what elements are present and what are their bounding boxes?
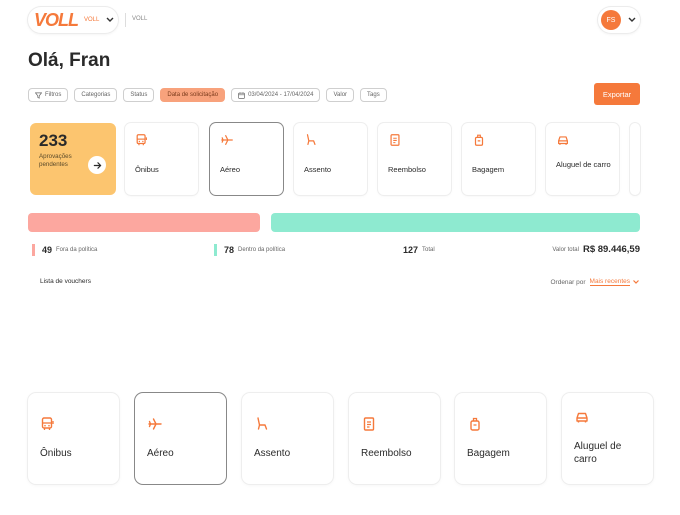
plane-icon [148,418,162,430]
category-label: Assento [304,165,332,174]
plane-icon [221,135,233,145]
category-card-reembolso-lg[interactable]: Reembolso [349,393,440,484]
filter-chip-filtros[interactable]: Filtros [28,88,69,102]
page-title: Olá, Fran [28,50,111,71]
category-label: Aluguel de carro [556,160,611,169]
category-label: Reembolso [388,165,426,174]
filter-label: Filtros [45,92,62,98]
sort-label: Ordenar por [550,278,586,286]
in-policy-count: 78 [224,245,235,255]
category-label: Aéreo [147,448,174,459]
brand-switcher[interactable]: VOLL VOLL [28,7,118,33]
category-card-reembolso[interactable]: Reembolso [378,123,451,195]
brand-name: VOLL [84,17,100,23]
filter-chip-tags[interactable]: Tags [360,88,387,102]
sort-select[interactable]: Mais recentes [589,278,630,286]
out-of-policy-count: 49 [42,245,53,255]
header-divider [125,13,126,27]
filter-label: Status [130,92,148,98]
voll-logo: VOLL [34,9,79,30]
arrow-right-icon[interactable] [88,156,106,174]
category-card-aereo-lg[interactable]: Aéreo [135,393,226,484]
category-card-aereo[interactable]: Aéreo [210,123,283,195]
receipt-icon [390,134,400,146]
category-label: Ônibus [40,448,72,459]
filter-chip-data-solicitacao[interactable]: Data de solicitação [160,88,226,102]
category-card-bagagem[interactable]: Bagagem [462,123,535,195]
in-policy-label: Dentro da política [238,247,286,253]
chevron-down-icon[interactable] [632,279,640,285]
chevron-down-icon [103,13,117,27]
filter-chip-categorias[interactable]: Categorias [74,88,118,102]
category-label: Assento [254,448,291,459]
category-card-partial[interactable] [630,123,640,195]
avatar: FS [601,10,621,30]
category-card-onibus-lg[interactable]: Ônibus [28,393,119,484]
total-value-label: Valor total [552,246,579,253]
car-icon [558,136,568,145]
approvals-label: Aprovações pendentes [39,153,72,168]
seat-icon [257,417,268,430]
receipt-icon [363,417,375,431]
out-of-policy-label: Fora da política [56,247,98,253]
filter-icon [35,92,42,99]
car-icon [576,412,588,423]
total-value-amount: R$ 89.446,59 [582,244,640,255]
luggage-icon [474,134,484,146]
filter-label: Valor [333,92,348,98]
out-of-policy-bar [28,213,260,232]
voucher-list-title: Lista de vouchers [40,278,91,285]
filter-chip-status[interactable]: Status [123,88,155,102]
category-label: Aluguel de carro [574,441,622,465]
out-of-policy-stat: 49 Fora da política [32,244,97,256]
category-card-onibus[interactable]: Ônibus [125,123,198,195]
approvals-card[interactable]: 233 Aprovações pendentes [30,123,116,195]
breadcrumb[interactable]: VOLL [132,16,147,22]
in-policy-marker [214,244,217,256]
category-label: Reembolso [361,448,412,459]
in-policy-bar [271,213,640,232]
filter-chip-valor[interactable]: Valor [326,88,355,102]
category-label: Ônibus [135,165,159,174]
out-of-policy-marker [32,244,35,256]
category-label: Aéreo [220,165,241,174]
approvals-count: 233 [39,131,68,150]
bus-icon [41,417,54,430]
category-card-bagagem-lg[interactable]: Bagagem [455,393,546,484]
seat-icon [306,134,316,145]
top-header: VOLL VOLL VOLL FS [28,7,640,33]
filter-label: Tags [367,92,380,98]
category-card-assento-lg[interactable]: Assento [242,393,333,484]
category-card-assento[interactable]: Assento [294,123,367,195]
date-range-label: 03/04/2024 - 17/04/2024 [248,92,314,98]
total-label: Total [422,247,435,253]
total-stat: 127 Total [403,244,435,256]
bus-icon [136,134,147,146]
luggage-icon [470,417,480,431]
sort-control: Ordenar por Mais recentes [550,278,640,286]
total-value: Valor total R$ 89.446,59 [552,244,640,255]
filter-label: Data de solicitação [167,92,219,98]
user-menu[interactable]: FS [598,7,640,33]
calendar-icon [238,91,245,99]
filter-bar: Filtros Categorias Status Data de solici… [28,88,387,102]
export-button[interactable]: Exportar [594,83,640,105]
category-label: Bagagem [472,165,505,174]
category-label: Bagagem [467,448,510,459]
chevron-down-icon [625,13,639,27]
in-policy-stat: 78 Dentro da política [214,244,285,256]
category-card-aluguel-carro[interactable]: Aluguel de carro [546,123,619,195]
filter-label: Categorias [81,92,111,98]
total-count: 127 [403,245,419,255]
date-range-picker[interactable]: 03/04/2024 - 17/04/2024 [231,88,321,102]
category-card-aluguel-carro-lg[interactable]: Aluguel de carro [562,393,653,484]
